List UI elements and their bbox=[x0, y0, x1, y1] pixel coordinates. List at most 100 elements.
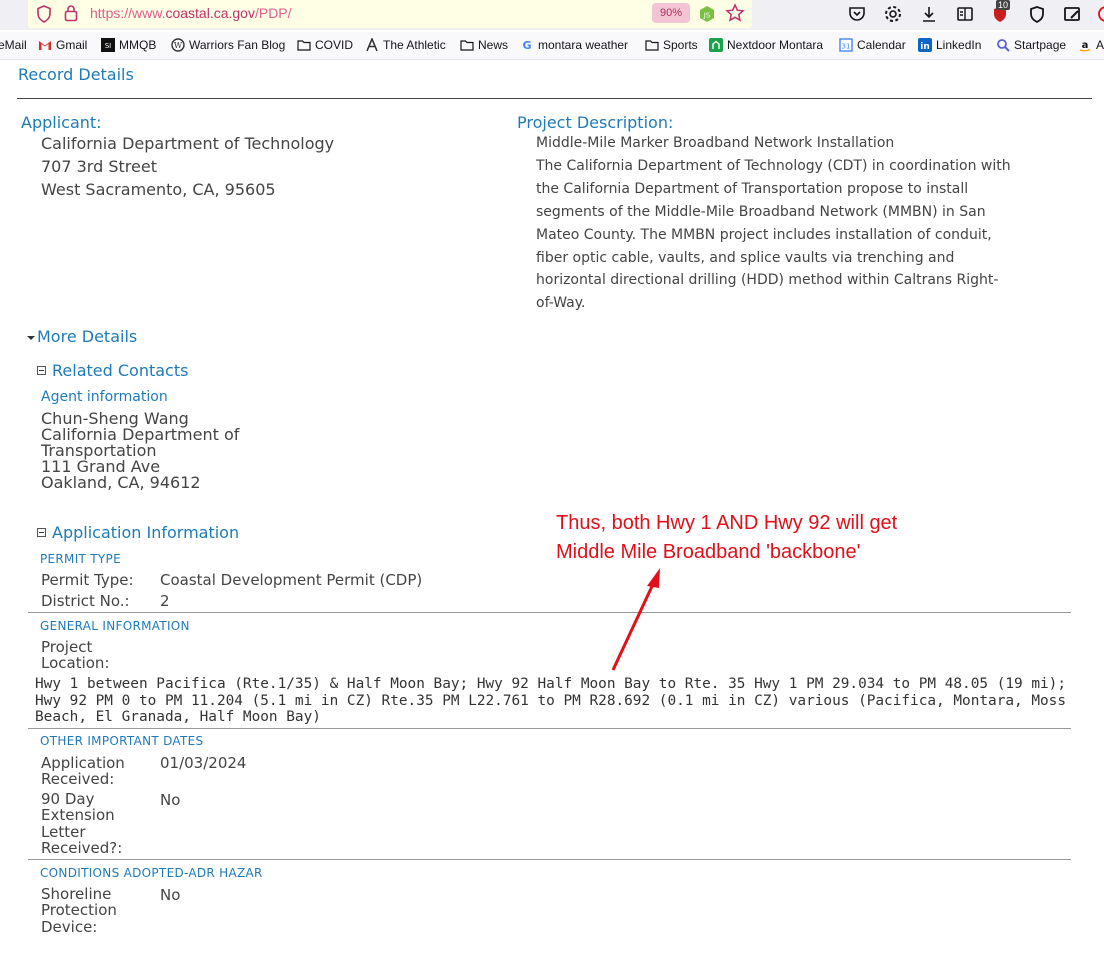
bookmark-calendar[interactable]: 31 Calendar bbox=[839, 38, 906, 52]
bookmark-email[interactable]: eMail bbox=[0, 38, 27, 52]
extension-letter-label: 90 Day Extension Letter Received?: bbox=[41, 791, 122, 856]
bookmarks-toolbar: eMail Gmail SI MMQB W Warriors Fan Blog … bbox=[0, 32, 1104, 60]
node-extension-icon[interactable]: JS bbox=[698, 5, 716, 23]
general-information-header: GENERAL INFORMATION bbox=[40, 619, 190, 633]
downloads-icon[interactable] bbox=[919, 4, 939, 24]
agent-information-label: Agent information bbox=[41, 389, 168, 405]
bookmark-folder-covid[interactable]: COVID bbox=[297, 38, 353, 52]
project-line: Middle-Mile Marker Broadband Network Ins… bbox=[536, 135, 895, 151]
label-line: Shoreline bbox=[41, 885, 112, 903]
amazon-icon: a bbox=[1079, 40, 1091, 52]
more-details-label: More Details bbox=[37, 327, 138, 346]
project-line: segments of the Middle-Mile Broadband Ne… bbox=[536, 203, 986, 220]
application-received-value: 01/03/2024 bbox=[160, 754, 247, 772]
bookmark-linkedin[interactable]: in LinkedIn bbox=[918, 38, 981, 52]
bookmark-gmail[interactable]: Gmail bbox=[38, 38, 87, 52]
athletic-icon bbox=[366, 38, 378, 52]
reader-view-icon[interactable] bbox=[955, 4, 975, 24]
project-description-label: Project Description: bbox=[517, 113, 674, 132]
bookmark-star-icon[interactable] bbox=[725, 3, 745, 23]
related-contacts-label: Related Contacts bbox=[52, 361, 189, 380]
application-information-header[interactable]: Application Information bbox=[37, 523, 239, 542]
startpage-icon bbox=[997, 39, 1010, 52]
label-line: Letter bbox=[41, 822, 86, 841]
project-location-value: Hwy 1 between Pacifica (Rte.1/35) & Half… bbox=[35, 676, 1067, 725]
related-contacts-header[interactable]: Related Contacts bbox=[37, 361, 188, 380]
title-divider bbox=[17, 98, 1092, 99]
svg-text:SI: SI bbox=[105, 42, 112, 50]
label-line: Received: bbox=[41, 770, 115, 789]
folder-icon bbox=[460, 40, 474, 51]
label-line: Extension bbox=[41, 806, 115, 825]
bookmark-startpage[interactable]: Startpage bbox=[996, 38, 1066, 52]
other-dates-header: OTHER IMPORTANT DATES bbox=[40, 734, 204, 748]
permit-type-header: PERMIT TYPE bbox=[40, 552, 121, 566]
district-value: 2 bbox=[160, 592, 170, 610]
applicant-street: 707 3rd Street bbox=[41, 157, 157, 176]
agent-city: Oakland, CA, 94612 bbox=[41, 473, 201, 492]
bookmark-the-athletic[interactable]: The Athletic bbox=[365, 38, 446, 52]
pocket-icon[interactable] bbox=[847, 4, 867, 24]
extension-letter-value: No bbox=[160, 791, 181, 809]
address-bar[interactable]: https://www.coastal.ca.gov/PDP/ 90% JS bbox=[28, 0, 752, 28]
shoreline-protection-label: Shoreline Protection Device: bbox=[41, 886, 117, 935]
svg-text:a: a bbox=[1082, 40, 1089, 51]
extension-badge: 10 bbox=[996, 0, 1011, 10]
zoom-level-badge[interactable]: 90% bbox=[652, 3, 690, 23]
applicant-label: Applicant: bbox=[21, 113, 102, 132]
label-line: Protection bbox=[41, 901, 117, 920]
application-information-label: Application Information bbox=[52, 523, 240, 542]
settings-gear-icon[interactable] bbox=[883, 4, 903, 24]
folder-icon bbox=[297, 40, 311, 51]
caret-down-icon bbox=[27, 335, 35, 340]
annotation-line: Thus, both Hwy 1 AND Hwy 92 will get bbox=[556, 512, 898, 534]
more-details-toggle[interactable]: More Details bbox=[26, 327, 137, 346]
permit-type-label: Permit Type: bbox=[41, 571, 134, 589]
si-icon: SI bbox=[101, 38, 115, 52]
annotation-arrow-icon bbox=[611, 568, 660, 671]
permit-type-value: Coastal Development Permit (CDP) bbox=[160, 571, 423, 589]
collapse-minus-icon[interactable] bbox=[37, 528, 46, 537]
bookmark-warriors-fan-blog[interactable]: W Warriors Fan Blog bbox=[171, 38, 285, 52]
label-line: Device: bbox=[41, 917, 98, 936]
project-line: Mateo County. The MMBN project includes … bbox=[536, 226, 992, 243]
edit-extension-icon[interactable] bbox=[1062, 4, 1082, 24]
svg-text:31: 31 bbox=[842, 43, 851, 51]
label-line: Received?: bbox=[41, 838, 123, 857]
bookmark-montara-weather[interactable]: G montara weather bbox=[520, 38, 628, 52]
label-line: Application bbox=[41, 754, 125, 772]
project-location-label-line: Project bbox=[41, 638, 93, 656]
calendar-icon: 31 bbox=[839, 38, 853, 52]
bookmark-mmqb[interactable]: SI MMQB bbox=[101, 38, 156, 52]
applicant-address: California Department of Technology 707 … bbox=[41, 132, 334, 201]
nextdoor-icon bbox=[709, 38, 723, 52]
annotation-text: Thus, both Hwy 1 AND Hwy 92 will get Mid… bbox=[556, 509, 897, 567]
gmail-icon bbox=[39, 41, 51, 50]
lock-icon[interactable] bbox=[64, 4, 78, 22]
url-text[interactable]: https://www.coastal.ca.gov/PDP/ bbox=[90, 5, 292, 21]
section-divider bbox=[28, 859, 1071, 860]
applicant-name: California Department of Technology bbox=[41, 134, 335, 153]
browser-toolbar: https://www.coastal.ca.gov/PDP/ 90% JS 1… bbox=[0, 0, 1104, 30]
project-description-text: Middle-Mile Marker Broadband Network Ins… bbox=[536, 132, 1011, 315]
overflow-extension-icon[interactable] bbox=[1096, 4, 1104, 24]
shoreline-protection-value: No bbox=[160, 886, 181, 904]
google-icon: G bbox=[522, 39, 531, 52]
bookmark-folder-sports[interactable]: Sports bbox=[645, 38, 698, 52]
district-label: District No.: bbox=[41, 592, 130, 610]
privacy-shield-icon[interactable] bbox=[1027, 4, 1047, 24]
section-divider bbox=[28, 728, 1071, 729]
page-title: Record Details bbox=[18, 65, 134, 84]
application-received-label: Application Received: bbox=[41, 755, 125, 788]
project-line: the California Department of Transportat… bbox=[536, 180, 969, 197]
section-divider bbox=[28, 612, 1071, 613]
collapse-minus-icon[interactable] bbox=[37, 366, 46, 375]
bookmark-folder-news[interactable]: News bbox=[460, 38, 508, 52]
tracking-shield-icon[interactable] bbox=[36, 5, 52, 23]
bookmark-amazon[interactable]: a A bbox=[1078, 38, 1104, 52]
label-line: 90 Day bbox=[41, 790, 95, 808]
conditions-header: CONDITIONS ADOPTED-ADR HAZAR bbox=[40, 866, 263, 880]
bookmark-nextdoor-montara[interactable]: Nextdoor Montara bbox=[709, 38, 823, 52]
project-location-label: Project Location: bbox=[41, 639, 110, 672]
project-line: The California Department of Technology … bbox=[536, 157, 1011, 174]
